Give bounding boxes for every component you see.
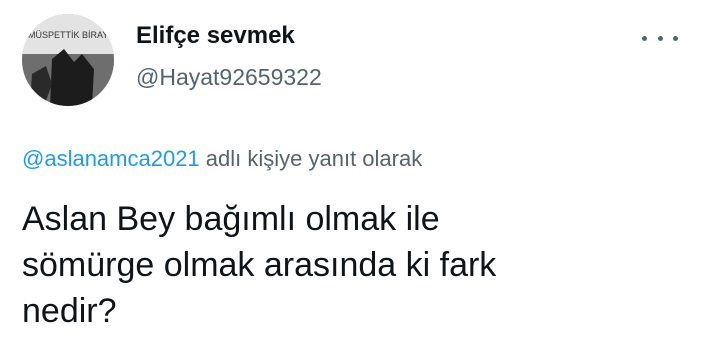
tweet-card: MÜSPETTİK BİRAYIM Elifçe sevmek @Hayat92… (0, 0, 708, 357)
reply-context-text: adlı kişiye yanıt olarak (199, 146, 423, 171)
more-dot (657, 35, 663, 41)
avatar-graffiti-text: MÜSPETTİK BİRAYIM (28, 30, 114, 40)
avatar[interactable]: MÜSPETTİK BİRAYIM (22, 14, 114, 106)
more-dot (673, 35, 678, 41)
display-name[interactable]: Elifçe sevmek (136, 22, 295, 50)
more-horizontal-icon[interactable] (642, 28, 678, 48)
tweet-text: Aslan Bey bağımlı olmak ile sömürge olma… (22, 196, 692, 334)
tweet-text-line: sömürge olmak arasında ki fark (22, 246, 497, 284)
tweet-text-line: Aslan Bey bağımlı olmak ile (22, 200, 440, 238)
reply-mention-link[interactable]: @aslanamca2021 (22, 146, 200, 171)
more-dot (642, 35, 647, 41)
tweet-text-line: nedir? (22, 292, 117, 330)
avatar-image: MÜSPETTİK BİRAYIM (22, 14, 114, 106)
reply-context: @aslanamca2021 adlı kişiye yanıt olarak (22, 146, 422, 172)
user-handle[interactable]: @Hayat92659322 (136, 64, 322, 91)
